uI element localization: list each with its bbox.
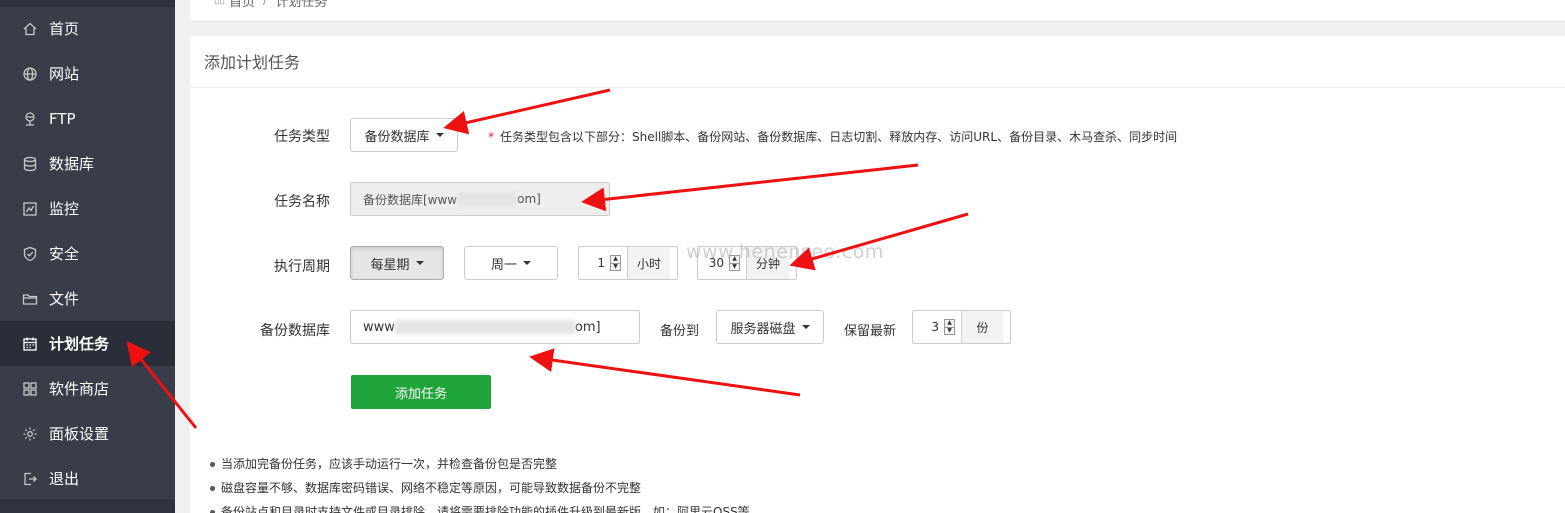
monitor-icon [22,201,38,217]
sidebar-item-logout[interactable]: 退出 [0,456,175,501]
hour-value[interactable]: 1 [579,256,607,270]
sidebar-item-store[interactable]: 软件商店 [0,366,175,411]
keep-latest-label: 保留最新 [844,324,897,339]
sidebar-item-database[interactable]: 数据库 [0,141,175,186]
list-item: 备份站点和目录时支持文件或目录排除，请将需要排除功能的插件升级到最新版，如：阿里… [210,500,750,513]
cycle-period-select[interactable]: 每星期 [350,246,444,280]
chevron-down-icon [435,133,444,137]
cycle-weekday-value: 周一 [490,257,517,273]
task-type-label: 任务类型 [274,129,330,145]
sidebar-item-website[interactable]: 网站 [0,51,175,96]
breadcrumb-separator: / [263,0,268,8]
task-name-label: 任务名称 [274,194,330,210]
sidebar-item-label: 首页 [49,20,80,38]
stepper-down-icon[interactable]: ▼ [730,262,739,271]
cycle-weekday-select[interactable]: 周一 [464,246,558,280]
logout-icon [22,471,38,487]
sidebar-item-monitor[interactable]: 监控 [0,186,175,231]
sidebar-item-label: 数据库 [49,155,95,173]
sidebar-item-label: 安全 [49,245,80,263]
sidebar-item-ftp[interactable]: FTP [0,96,175,141]
breadcrumb-home[interactable]: 首页 [229,0,255,10]
stepper-arrows[interactable]: ▲ ▼ [610,255,621,271]
gear-icon [22,426,38,442]
hour-stepper[interactable]: 1 ▲ ▼ 小时 [578,246,678,280]
sidebar-item-home[interactable]: 首页 [0,6,175,51]
chevron-down-icon [523,261,531,265]
task-type-hint: * 任务类型包含以下部分：Shell脚本、备份网站、备份数据库、日志切割、释放内存… [488,128,1177,145]
grid-icon [22,381,38,397]
backup-to-select[interactable]: 服务器磁盘 [716,310,824,344]
database-icon [22,156,38,172]
folder-icon [22,291,38,307]
sidebar-item-label: 计划任务 [49,335,110,353]
globe-icon [22,66,38,82]
card-title: 添加计划任务 [190,36,1565,88]
sidebar-item-label: 文件 [49,290,80,308]
keep-stepper[interactable]: 3 ▲ ▼ 份 [912,310,1011,344]
tips-list: 当添加完备份任务，应该手动运行一次，并检查备份包是否完整 磁盘容量不够、数据库密… [210,452,750,513]
task-type-select[interactable]: 备份数据库 [350,118,458,152]
backup-db-suffix: om] [574,319,601,335]
redacted-domain [457,192,518,206]
calendar-icon [22,336,38,352]
add-cron-card: 添加计划任务 任务类型 备份数据库 * 任务类型包含以下部分：Shell脚本、备份… [190,36,1565,513]
backup-to-label: 备份到 [660,324,700,339]
stepper-down-icon[interactable]: ▼ [945,326,954,335]
sidebar-item-label: 监控 [49,200,80,218]
stepper-down-icon[interactable]: ▼ [611,262,620,271]
chevron-down-icon [415,261,424,265]
sidebar-item-label: FTP [49,109,76,128]
sidebar-item-label: 软件商店 [49,380,110,398]
watermark: www.henenseo.com [686,241,884,263]
backup-db-select[interactable]: www om] [350,310,640,344]
chevron-down-icon [801,325,810,329]
sidebar-item-settings[interactable]: 面板设置 [0,411,175,456]
ftp-icon [22,111,38,127]
breadcrumb-home-icon: ▯▯ [214,0,226,6]
sidebar-bottom-band [0,499,175,513]
sidebar-item-label: 退出 [49,470,80,488]
sidebar-item-security[interactable]: 安全 [0,231,175,276]
breadcrumb: ▯▯ 首页 / 计划任务 [190,0,1565,22]
cycle-label: 执行周期 [274,259,330,275]
home-icon [22,21,38,37]
sidebar-item-cron[interactable]: 计划任务 [0,321,175,366]
task-type-value: 备份数据库 [364,129,430,145]
task-name-prefix: 备份数据库[www [363,192,458,207]
list-item: 当添加完备份任务，应该手动运行一次，并检查备份包是否完整 [210,452,750,476]
keep-unit: 份 [961,311,1003,343]
task-type-hint-text: 任务类型包含以下部分：Shell脚本、备份网站、备份数据库、日志切割、释放内存、… [500,130,1178,144]
sidebar-item-label: 面板设置 [49,425,110,443]
task-name-suffix: om] [517,192,541,206]
add-task-button[interactable]: 添加任务 [351,375,491,409]
cycle-period-value: 每星期 [370,257,410,273]
redacted-domain [394,320,575,334]
backup-db-label: 备份数据库 [260,323,330,339]
list-item: 磁盘容量不够、数据库密码错误、网络不稳定等原因，可能导致数据备份不完整 [210,476,750,500]
required-star: * [488,130,494,144]
sidebar-item-label: 网站 [49,65,80,83]
sidebar: 首页 网站 FTP 数据库 监控 安全 文件 计划任务 软件商店 面板设置 退出 [0,0,175,513]
keep-value[interactable]: 3 [913,320,941,334]
hour-unit: 小时 [627,247,670,279]
backup-db-prefix: www [363,319,395,335]
shield-icon [22,246,38,262]
breadcrumb-current: 计划任务 [275,0,328,10]
stepper-arrows[interactable]: ▲ ▼ [944,319,955,335]
backup-to-value: 服务器磁盘 [730,321,796,337]
task-name-input[interactable]: 备份数据库[www om] [350,182,610,216]
sidebar-item-files[interactable]: 文件 [0,276,175,321]
